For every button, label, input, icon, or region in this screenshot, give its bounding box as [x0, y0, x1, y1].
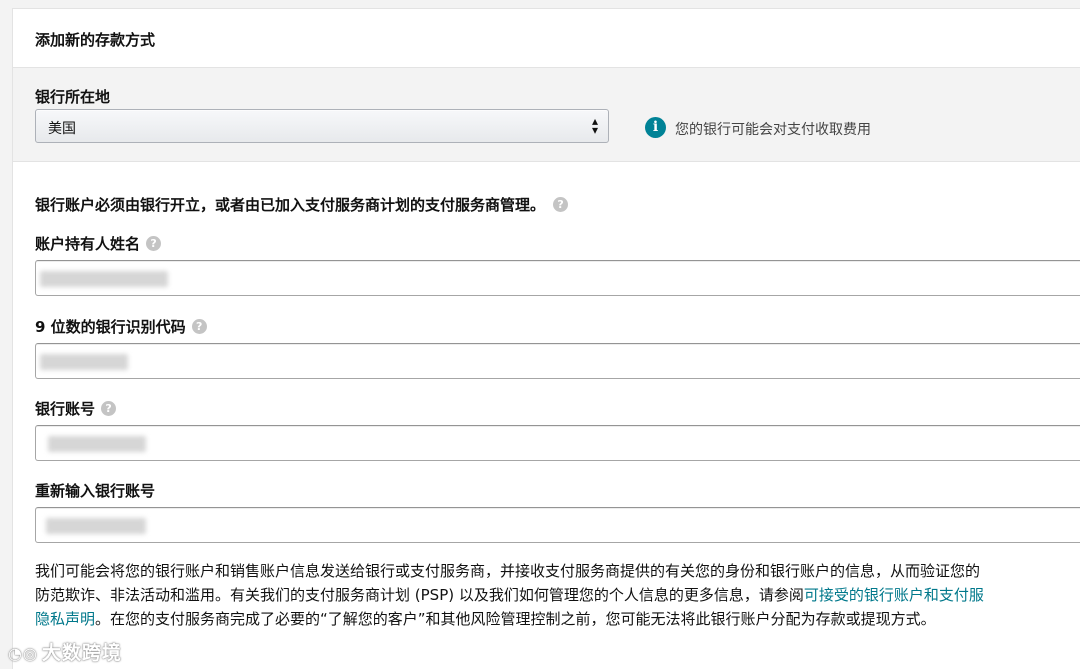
privacy-notice-link[interactable]: 隐私声明 [35, 610, 95, 628]
bank-location-value: 美国 [48, 121, 76, 137]
account-number-label: 银行账号? [35, 398, 117, 419]
disclaimer-text: 。在您的支付服务商完成了必要的“了解您的客户”和其他风险管理控制之前，您可能无法… [95, 610, 936, 628]
account-number-input[interactable] [35, 425, 1080, 461]
watermark: ◔◎ 大数跨境 [8, 638, 122, 665]
help-icon[interactable]: ? [553, 197, 569, 212]
disclaimer: 我们可能会将您的银行账户和销售账户信息发送给银行或支付服务商，并接收支付服务商提… [35, 559, 1080, 631]
select-arrows-icon: ▴ ▾ [591, 114, 598, 137]
bank-location-label: 银行所在地 [35, 88, 111, 106]
watermark-text: 大数跨境 [41, 642, 122, 664]
disclaimer-text: 防范欺诈、非法活动和滥用。有关我们的支付服务商计划 (PSP) 以及我们如何管理… [35, 586, 804, 604]
fee-info-text: 您的银行可能会对支付收取费用 [675, 122, 871, 138]
routing-number-input[interactable] [35, 343, 1080, 379]
section-title: 添加新的存款方式 [35, 31, 156, 49]
disclaimer-line-2: 防范欺诈、非法活动和滥用。有关我们的支付服务商计划 (PSP) 以及我们如何管理… [35, 583, 1080, 607]
reenter-account-input[interactable] [35, 507, 1080, 543]
account-holder-label-text: 账户持有人姓名 [35, 235, 141, 253]
redacted-value [40, 271, 168, 287]
watermark-logo-icon: ◔◎ [8, 644, 38, 663]
routing-number-label-text: 9 位数的银行识别代码 [35, 318, 186, 336]
disclaimer-line-1: 我们可能会将您的银行账户和销售账户信息发送给银行或支付服务商，并接收支付服务商提… [35, 562, 981, 580]
redacted-value [48, 436, 146, 452]
bank-location-select[interactable]: 美国 ▴ ▾ [35, 109, 609, 143]
help-icon[interactable]: ? [101, 401, 117, 416]
notice-text: 银行账户必须由银行开立，或者由已加入支付服务商计划的支付服务商管理。 [35, 196, 546, 214]
disclaimer-line-3: 隐私声明。在您的支付服务商完成了必要的“了解您的客户”和其他风险管理控制之前，您… [35, 607, 1080, 631]
help-icon[interactable]: ? [146, 236, 162, 251]
routing-number-label: 9 位数的银行识别代码? [35, 316, 207, 337]
reenter-account-label: 重新输入银行账号 [35, 482, 156, 500]
redacted-value [46, 518, 146, 534]
bank-location-section: 银行所在地 美国 ▴ ▾ i 您的银行可能会对支付收取费用 [13, 67, 1080, 162]
bank-requirement-notice: 银行账户必须由银行开立，或者由已加入支付服务商计划的支付服务商管理。? [35, 194, 569, 215]
account-holder-label: 账户持有人姓名? [35, 233, 162, 254]
account-number-label-text: 银行账号 [35, 400, 96, 418]
account-holder-input[interactable] [35, 260, 1080, 296]
redacted-value [40, 354, 128, 370]
info-icon: i [645, 117, 666, 138]
deposit-method-panel: 添加新的存款方式 银行所在地 美国 ▴ ▾ i 您的银行可能会对支付收取费用 银行… [12, 8, 1080, 669]
acceptable-accounts-link[interactable]: 可接受的银行账户和支付服 [804, 586, 984, 604]
help-icon[interactable]: ? [191, 319, 207, 334]
